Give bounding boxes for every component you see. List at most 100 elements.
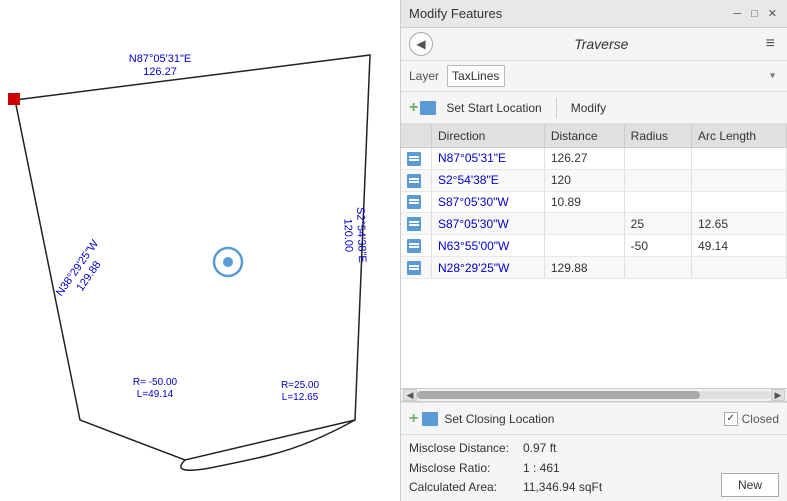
table-row[interactable]: N87°05'31"E126.27 [401,148,787,170]
misclose-ratio-row: Misclose Ratio: 1 : 461 [409,459,713,478]
direction-row-icon [407,217,421,231]
layer-select[interactable]: TaxLines [447,65,505,87]
layer-row: Layer TaxLines [401,61,787,92]
calculated-area-value: 11,346.94 sqFt [523,478,602,497]
table-row[interactable]: S2°54'38"E120 [401,169,787,191]
direction-cell: N87°05'31"E [432,148,545,170]
direction-row-icon [407,152,421,166]
direction-row-icon [407,174,421,188]
misclose-distance-label: Misclose Distance: [409,439,519,458]
distance-cell: 129.88 [544,257,624,279]
col-distance: Distance [544,125,624,148]
closed-checkbox-area: ✓ Closed [724,412,779,426]
direction-cell: N28°29'25"W [432,257,545,279]
row-icon-cell [401,191,432,213]
table-row[interactable]: N28°29'25"W129.88 [401,257,787,279]
table-body: N87°05'31"E126.27S2°54'38"E120S87°05'30"… [401,148,787,279]
direction-row-icon [407,239,421,253]
direction-cell: S2°54'38"E [432,169,545,191]
traverse-table-container[interactable]: Direction Distance Radius Arc Length N87… [401,124,787,388]
radius-cell: -50 [624,235,691,257]
toolbar-separator [556,98,557,118]
scroll-thumb[interactable] [417,391,700,399]
calculated-area-row: Calculated Area: 11,346.94 sqFt [409,478,713,497]
svg-text:S2°54'38"E: S2°54'38"E [354,207,368,263]
table-header-row: Direction Distance Radius Arc Length [401,125,787,148]
svg-text:126.27: 126.27 [143,66,177,78]
col-arc-length: Arc Length [691,125,786,148]
table-row[interactable]: S87°05'30"W 2512.65 [401,213,787,235]
svg-text:R= -50.00: R= -50.00 [133,377,178,388]
closed-checkbox-label: Closed [742,412,779,426]
layer-select-wrapper: TaxLines [447,65,779,87]
arc-length-cell: 49.14 [691,235,786,257]
row-icon-cell [401,235,432,257]
col-icon [401,125,432,148]
direction-cell: S87°05'30"W [432,213,545,235]
calculated-area-label: Calculated Area: [409,478,519,497]
new-button[interactable]: New [721,473,779,497]
scroll-left-button[interactable]: ◀ [403,389,417,401]
direction-row-icon [407,195,421,209]
set-start-button[interactable]: Set Start Location [440,99,547,117]
modify-button[interactable]: Modify [565,99,612,117]
menu-button[interactable]: ≡ [762,35,779,53]
row-icon-cell [401,213,432,235]
closing-plus-icon: + [409,410,418,428]
direction-cell: N63°55'00"W [432,235,545,257]
panel-title: Modify Features [409,6,731,21]
panel-titlebar: Modify Features ─ □ ✕ [401,0,787,28]
misclose-distance-row: Misclose Distance: 0.97 ft [409,439,713,458]
minimize-button[interactable]: ─ [731,8,743,20]
scroll-right-button[interactable]: ▶ [771,389,785,401]
col-direction: Direction [432,125,545,148]
map-canvas: N87°05'31"E 126.27 N38°29'25"W 129.88 S2… [0,0,400,501]
layer-label: Layer [409,69,439,83]
traverse-table: Direction Distance Radius Arc Length N87… [401,125,787,279]
radius-cell [624,148,691,170]
back-icon: ◀ [416,37,425,51]
closing-flag-icon [422,412,438,426]
radius-cell [624,169,691,191]
closed-checkbox[interactable]: ✓ [724,412,738,426]
misclose-distance-value: 0.97 ft [523,439,556,458]
arc-length-cell [691,257,786,279]
radius-cell [624,257,691,279]
distance-cell [544,235,624,257]
direction-row-icon [407,261,421,275]
direction-cell: S87°05'30"W [432,191,545,213]
arc-length-cell: 12.65 [691,213,786,235]
toolbar-row: + Set Start Location Modify [401,92,787,124]
radius-cell: 25 [624,213,691,235]
row-icon-cell [401,257,432,279]
table-row[interactable]: S87°05'30"W10.89 [401,191,787,213]
svg-text:120.00: 120.00 [341,218,354,252]
flag-icon [420,101,436,115]
row-icon-cell [401,169,432,191]
restore-button[interactable]: □ [749,8,760,20]
set-start-icon-group: + [409,99,436,117]
modify-features-panel: Modify Features ─ □ ✕ ◀ Traverse ≡ Layer… [400,0,787,501]
arc-length-cell [691,148,786,170]
col-radius: Radius [624,125,691,148]
horizontal-scrollbar[interactable]: ◀ ▶ [401,388,787,402]
panel-header: ◀ Traverse ≡ [401,28,787,61]
distance-cell: 120 [544,169,624,191]
closing-label: Set Closing Location [444,412,554,426]
distance-cell: 10.89 [544,191,624,213]
radius-cell [624,191,691,213]
status-info: Misclose Distance: 0.97 ft Misclose Rati… [409,439,713,497]
distance-cell: 126.27 [544,148,624,170]
row-icon-cell [401,148,432,170]
scroll-track [417,391,771,399]
svg-text:N87°05'31"E: N87°05'31"E [129,53,191,65]
arc-length-cell [691,169,786,191]
svg-text:L=12.65: L=12.65 [282,392,319,403]
svg-text:L=49.14: L=49.14 [137,389,174,400]
close-button[interactable]: ✕ [766,7,779,20]
back-button[interactable]: ◀ [409,32,433,56]
misclose-ratio-label: Misclose Ratio: [409,459,519,478]
status-bar: Misclose Distance: 0.97 ft Misclose Rati… [401,434,787,501]
traverse-title: Traverse [441,36,762,52]
table-row[interactable]: N63°55'00"W -5049.14 [401,235,787,257]
